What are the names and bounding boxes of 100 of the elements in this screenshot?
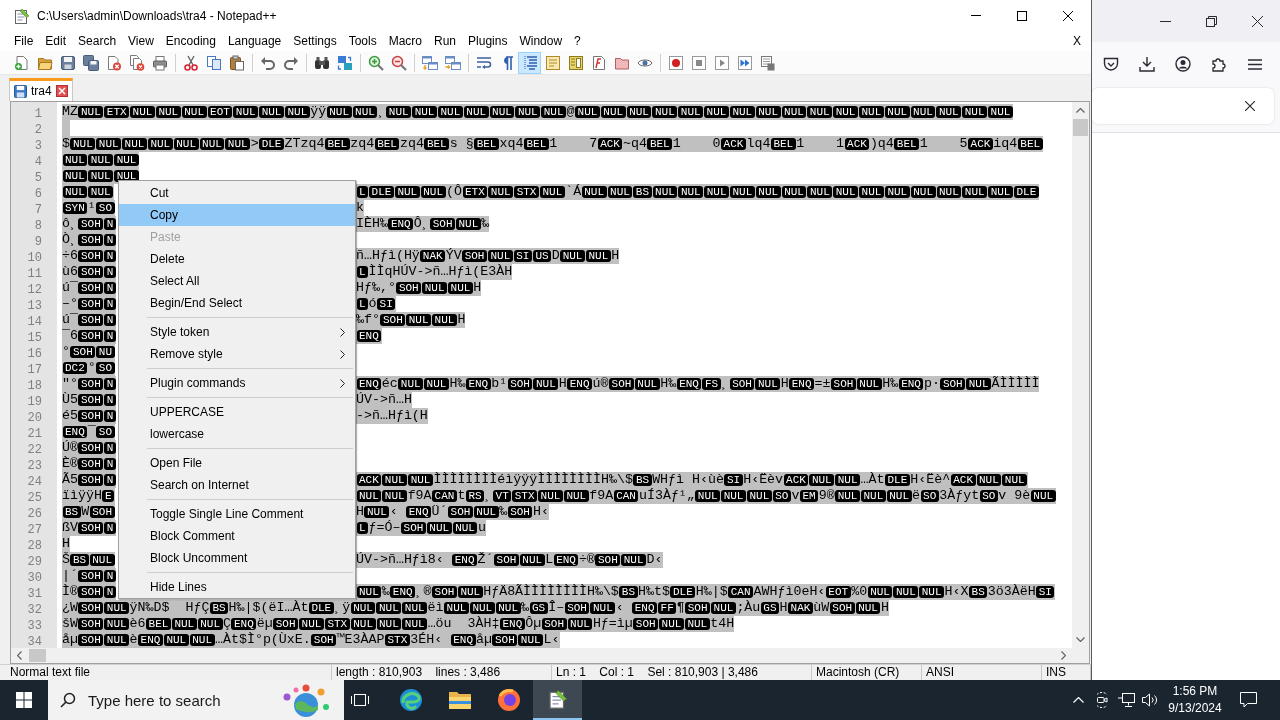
- menu-item[interactable]: Tools: [342, 32, 383, 50]
- code-text: ßV SOH N: [62, 520, 117, 536]
- restore-icon[interactable]: [1205, 15, 1217, 27]
- file-tab[interactable]: tra4: [9, 78, 73, 101]
- menu-item[interactable]: Plugin commands: [119, 372, 355, 394]
- menu-item[interactable]: Select All: [119, 270, 355, 292]
- code-text: ú¯ SOH N: [62, 312, 117, 328]
- clock-date[interactable]: 9/13/2024: [1168, 700, 1222, 717]
- menu-item[interactable]: lowercase: [119, 423, 355, 445]
- puzzle-piece-icon[interactable]: [1211, 56, 1227, 72]
- horizontal-scrollbar[interactable]: [11, 648, 1089, 663]
- code-text: k: [356, 200, 364, 216]
- line-number: 29: [27, 555, 42, 569]
- status-text: Macintosh (CR): [816, 665, 900, 679]
- code-text: åµ SOH NUL è ENQ NUL NUL …Àt$Ì°p(ÙxE. SOH ™E3ÀAP STX 3ÉH‹ ENQ åµ SOH NUL L‹: [62, 632, 560, 648]
- notepad-icon: [13, 6, 31, 25]
- scrollbar-thumb[interactable]: [29, 649, 46, 662]
- scrollbar-thumb[interactable]: [1073, 119, 1088, 136]
- code-text: L ó SI: [356, 296, 396, 312]
- swirl-icon[interactable]: [398, 688, 423, 712]
- code-text: Ã5 SOH N: [62, 472, 117, 488]
- menu-item[interactable]: Block Comment: [119, 525, 355, 547]
- close-icon[interactable]: [1251, 15, 1263, 27]
- close-icon[interactable]: [1063, 10, 1073, 21]
- line-number: 22: [27, 443, 42, 457]
- menu-item[interactable]: Block Uncomment: [119, 547, 355, 569]
- line-number: 26: [27, 507, 42, 521]
- close-tab-icon[interactable]: [55, 85, 68, 97]
- code-text: H NUL ‹ ENQ Ü´ SOH NUL ‰ SOH H‹: [356, 504, 549, 520]
- menu-item[interactable]: Language: [221, 32, 288, 50]
- code-text: ACK NUL NUL ÌÌÌÌÌÌÌÌéìÿÿÿÌÌÌÌÌÌÌÌH‰\$ BS WHƒì H‹ùè SI H‹Ëèv ACK NUL NUL …Àt DLE H‹Ëè^ ACK NUL NUL: [356, 472, 1028, 488]
- line-number: 34: [27, 635, 42, 649]
- taskbar-button[interactable]: [533, 680, 582, 720]
- menu-item[interactable]: Open File: [119, 452, 355, 474]
- network-icon[interactable]: [1117, 693, 1135, 707]
- code-text: NUL NUL f9A CAN t RS ¸ VT STX NUL NUL f9A CAN uÍ3Àƒ¹„ NUL NUL NUL SO v EM 9® NUL NUL NUL ë SO 3Àƒyt SO v 9è NUL: [356, 488, 1057, 504]
- menu-item[interactable]: Encoding: [159, 32, 222, 50]
- menu-item[interactable]: Style token: [119, 321, 355, 343]
- menu-item[interactable]: Macro: [382, 32, 428, 50]
- menu-item[interactable]: Run: [428, 32, 463, 50]
- code-text: –° SOH N: [62, 296, 117, 312]
- close-document-button[interactable]: X: [1067, 32, 1087, 50]
- code-text: È® SOH N: [62, 456, 117, 472]
- download-icon[interactable]: [1139, 56, 1155, 72]
- menu-item[interactable]: Edit: [39, 32, 73, 50]
- menu-item[interactable]: Plugins: [462, 32, 514, 50]
- line-number: 32: [27, 603, 42, 617]
- menu-item[interactable]: Delete: [119, 248, 355, 270]
- line-number: 23: [27, 459, 42, 473]
- folder-icon[interactable]: [447, 690, 472, 710]
- maximize-icon[interactable]: [1017, 10, 1027, 21]
- search-field[interactable]: Type here to search: [88, 691, 276, 709]
- pouch-icon[interactable]: [1103, 56, 1119, 72]
- menu-item[interactable]: Copy: [119, 204, 355, 226]
- menu-item[interactable]: File: [8, 32, 40, 50]
- code-text: L DLE NUL NUL (Ô ETX NUL STX NUL `Á NUL NUL BS NUL NUL NUL NUL NUL NUL NUL NUL NUL NUL NUL NUL NUL NUL DLE: [356, 184, 1040, 200]
- menu-item[interactable]: Search: [72, 32, 123, 50]
- account-icon[interactable]: [1175, 56, 1191, 72]
- menu-item[interactable]: Window: [513, 32, 569, 50]
- code-text: ù6 SOH N: [62, 264, 117, 280]
- close-icon[interactable]: [1245, 101, 1255, 111]
- code-text: ¿W SOH NUL ÿN‰D$ HƒÇ BS H‰|$(ëI…Àt DLE ¸ÿ NUL NUL NUL ëì NUL NUL NUL ‰ GS Î– SOH NUL ‹ ENQ FF ¶ SOH NUL ;Àu GS H NAK ùW SOH NUL H: [62, 600, 889, 616]
- browser-icon[interactable]: [496, 688, 521, 712]
- line-number: 25: [27, 491, 42, 505]
- chevron-up-icon[interactable]: [1072, 697, 1084, 703]
- line-number: 16: [27, 347, 42, 361]
- menu-item[interactable]: UPPERCASE: [119, 401, 355, 423]
- search-bar[interactable]: Type here to search: [48, 680, 344, 720]
- menu-icon[interactable]: [1248, 58, 1262, 70]
- task-view-icon[interactable]: [350, 692, 370, 708]
- minimize-icon[interactable]: [1159, 20, 1171, 22]
- code-text: "° SOH N: [62, 376, 117, 392]
- status-text: Normal text file: [10, 665, 91, 679]
- code-text: ENQ ¯ SO: [62, 424, 115, 440]
- menu-item[interactable]: Search on Internet: [119, 474, 355, 496]
- notepad-icon[interactable]: [546, 688, 569, 710]
- speech-bubble-icon[interactable]: [1239, 692, 1257, 708]
- code-text: Hƒ‰,° SOH NUL NUL H: [356, 280, 482, 296]
- speaker-icon[interactable]: [1142, 693, 1158, 707]
- code-text: é5 SOH N: [62, 408, 117, 424]
- code-text: |´ SOH N: [62, 568, 117, 584]
- line-number: 30: [27, 571, 42, 585]
- menu-item[interactable]: View: [122, 32, 160, 50]
- code-text: Ú® SOH N: [62, 440, 117, 456]
- menu-item[interactable]: Hide Lines: [119, 576, 355, 598]
- code-text: H: [62, 536, 70, 552]
- code-text: L ƒ=Ó– SOH NUL NUL u: [356, 520, 486, 536]
- clock-time[interactable]: 1:56 PM: [1172, 683, 1218, 700]
- menu-item[interactable]: Begin/End Select: [119, 292, 355, 314]
- line-number: 13: [27, 299, 42, 313]
- line-number: 27: [27, 523, 42, 537]
- menu-item[interactable]: Settings: [287, 32, 343, 50]
- vertical-scrollbar[interactable]: [1072, 102, 1089, 648]
- menu-item[interactable]: Toggle Single Line Comment: [119, 503, 355, 525]
- menu-item[interactable]: Remove style: [119, 343, 355, 365]
- line-number: 33: [27, 619, 42, 633]
- menu-item[interactable]: ?: [568, 32, 587, 50]
- menu-item[interactable]: Cut: [119, 182, 355, 204]
- code-text: BS W SOH: [62, 504, 115, 520]
- video-camera-icon[interactable]: [1094, 692, 1110, 708]
